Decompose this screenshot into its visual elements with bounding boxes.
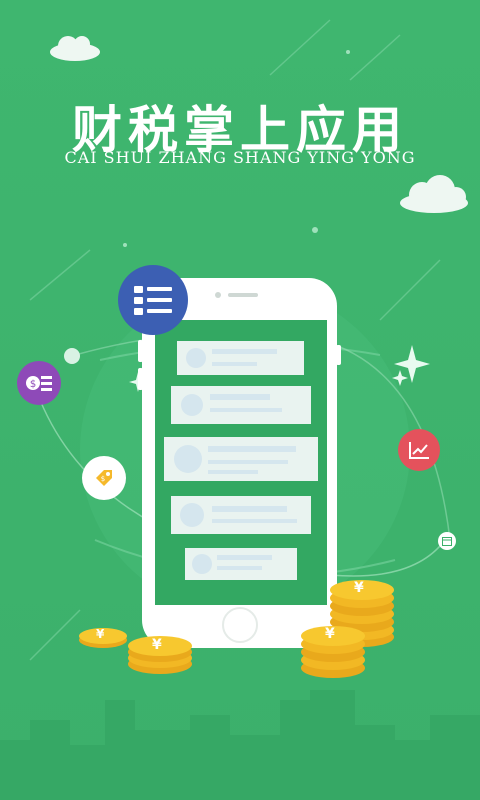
price-tag-icon: $ xyxy=(96,470,112,486)
app-subtitle: CAI SHUI ZHANG SHANG YING YONG xyxy=(64,148,416,167)
calendar-badge xyxy=(438,532,456,550)
list-feature-badge xyxy=(118,265,188,335)
cloud-icon xyxy=(50,36,100,61)
splash-screen: ¥ ¥ ¥ ¥ 财税掌上应用 CAI SHUI ZHANG SHANG YING… xyxy=(0,0,480,800)
money-card-icon: $ xyxy=(26,376,52,391)
cloud-icon xyxy=(400,175,468,213)
yen-coin-icon: ¥ xyxy=(152,637,162,653)
list-card xyxy=(164,437,318,481)
phone-home-button xyxy=(222,607,258,643)
price-tag-badge: $ xyxy=(82,456,126,500)
list-card xyxy=(171,496,311,534)
yen-coin-icon: ¥ xyxy=(325,626,335,642)
city-skyline xyxy=(0,690,480,800)
line-chart-icon xyxy=(409,442,429,459)
chart-feature-badge xyxy=(398,429,440,471)
svg-text:$: $ xyxy=(30,379,36,390)
list-card xyxy=(171,386,311,424)
yen-coin-icon: ¥ xyxy=(96,627,105,641)
list-card xyxy=(177,341,304,375)
calendar-icon xyxy=(442,537,452,546)
yen-coin-icon: ¥ xyxy=(354,580,364,596)
money-feature-badge: $ xyxy=(17,361,61,405)
svg-text:$: $ xyxy=(101,475,105,483)
list-icon xyxy=(134,286,172,315)
list-card xyxy=(185,548,297,580)
orbit-dot xyxy=(64,348,80,364)
